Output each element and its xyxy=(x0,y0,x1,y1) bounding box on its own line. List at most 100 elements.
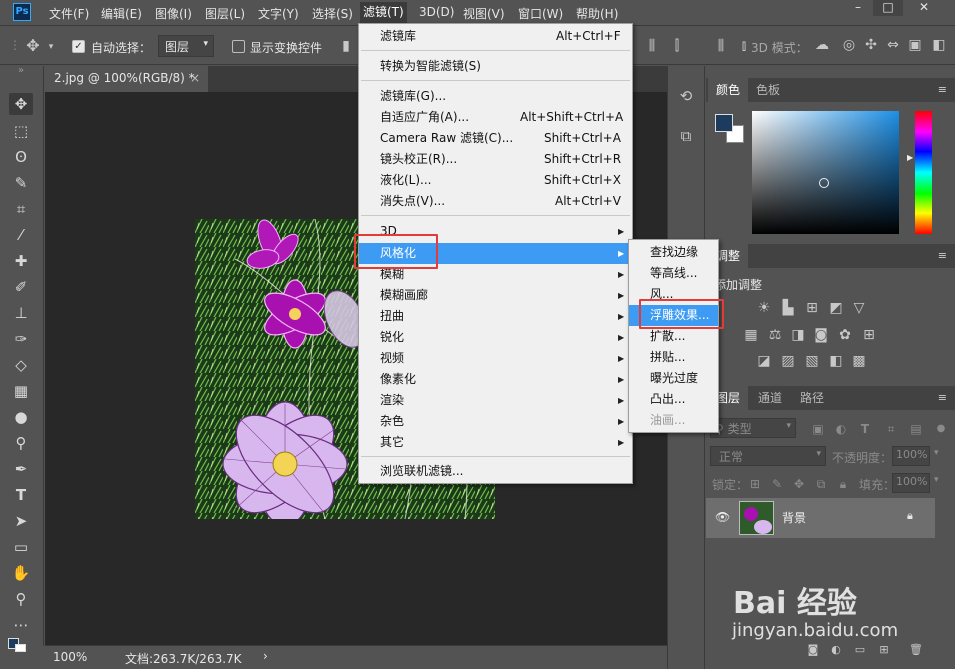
menu-filter[interactable]: 滤镜(T) xyxy=(360,2,407,24)
document-tab[interactable]: 2.jpg @ 100%(RGB/8) * × xyxy=(44,66,209,92)
blur-tool-icon[interactable]: ● xyxy=(9,406,33,428)
rectangle-tool-icon[interactable]: ▭ xyxy=(9,536,33,558)
hand-tool-icon[interactable]: ✋ xyxy=(9,562,33,584)
hue-slider-handle-icon[interactable]: ▶ xyxy=(907,153,913,162)
type-tool-icon[interactable]: T xyxy=(9,484,33,506)
slide-3d-icon[interactable]: ⇔ xyxy=(884,37,902,53)
dodge-tool-icon[interactable]: ⚲ xyxy=(9,432,33,454)
chevron-down-icon[interactable]: ▾ xyxy=(934,475,939,485)
vibrance-icon[interactable]: ▽ xyxy=(851,300,867,316)
menu-file[interactable]: 文件(F) xyxy=(48,5,90,22)
hue-slider[interactable] xyxy=(915,111,932,234)
menu-image[interactable]: 图像(I) xyxy=(154,5,193,22)
scale-3d-icon[interactable]: ◧ xyxy=(930,37,948,53)
distribute-icon[interactable]: ⫼ xyxy=(643,38,661,54)
clone-stamp-tool-icon[interactable]: ⊥ xyxy=(9,302,33,324)
submenu-item-find-edges[interactable]: 查找边缘 xyxy=(629,242,718,263)
eye-icon[interactable]: 👁︎ xyxy=(715,510,730,524)
menu-type[interactable]: 文字(Y) xyxy=(257,5,300,22)
levels-icon[interactable]: ▙ xyxy=(780,300,796,316)
menu-item-camera-raw[interactable]: Camera Raw 滤镜(C)... Shift+Ctrl+A xyxy=(359,128,632,149)
menu-3d[interactable]: 3D(D) xyxy=(418,5,455,19)
chevron-down-icon[interactable]: ▾ xyxy=(934,448,939,458)
color-balance-icon[interactable]: ⚖ xyxy=(767,327,783,343)
lock-all-icon[interactable]: 🔒︎ xyxy=(836,476,850,492)
tab-swatches[interactable]: 色板 xyxy=(748,78,788,102)
menu-select[interactable]: 选择(S) xyxy=(311,5,354,22)
lock-pixels-icon[interactable]: ✎ xyxy=(770,476,784,492)
menu-window[interactable]: 窗口(W) xyxy=(517,5,564,22)
more-tools-icon[interactable]: ⋯ xyxy=(9,614,33,636)
filter-shape-icon[interactable]: ⌗ xyxy=(884,421,898,437)
marquee-tool-icon[interactable]: ⬚ xyxy=(9,120,33,142)
distribute-center-icon[interactable]: ⫿ xyxy=(668,38,686,54)
menu-item-noise[interactable]: 杂色 ▶ xyxy=(359,411,632,432)
menu-item-other[interactable]: 其它 ▶ xyxy=(359,432,632,453)
menu-item-distort[interactable]: 扭曲 ▶ xyxy=(359,306,632,327)
threshold-icon[interactable]: ▧ xyxy=(804,353,820,369)
auto-select-checkbox[interactable]: ✓ xyxy=(72,40,85,53)
new-layer-icon[interactable]: ⊞ xyxy=(877,642,891,658)
auto-align-icon[interactable]: ⫼ xyxy=(712,38,730,54)
menu-layer[interactable]: 图层(L) xyxy=(204,5,246,22)
blend-mode-dropdown[interactable]: 正常 ▾ xyxy=(710,446,826,466)
menu-item-convert-smart-filter[interactable]: 转换为智能滤镜(S) xyxy=(359,56,632,77)
menu-edit[interactable]: 编辑(E) xyxy=(100,5,143,22)
submenu-item-solarize[interactable]: 曝光过度 xyxy=(629,368,718,389)
tab-channels[interactable]: 通道 xyxy=(750,386,790,410)
lock-transparent-icon[interactable]: ⊞ xyxy=(748,476,762,492)
lock-position-icon[interactable]: ✥ xyxy=(792,476,806,492)
exposure-icon[interactable]: ◩ xyxy=(828,300,844,316)
selective-color-icon[interactable]: ◧ xyxy=(828,353,844,369)
panel-menu-icon[interactable]: ≡ xyxy=(938,84,947,95)
chevron-down-icon[interactable]: ▾ xyxy=(45,39,57,55)
auto-select-dropdown[interactable]: 图层 ▾ xyxy=(158,35,214,57)
pen-tool-icon[interactable]: ✒ xyxy=(9,458,33,480)
drag-3d-icon[interactable]: ✣ xyxy=(862,37,880,53)
posterize-icon[interactable]: ▨ xyxy=(780,353,796,369)
fill-input[interactable]: 100% xyxy=(892,473,930,493)
align-icon[interactable]: ▮ xyxy=(340,38,352,54)
close-tab-icon[interactable]: × xyxy=(190,71,200,85)
submenu-item-trace-contour[interactable]: 等高线... xyxy=(629,263,718,284)
zoom-tool-icon[interactable]: ⚲ xyxy=(9,588,33,610)
lock-artboard-icon[interactable]: ⧉ xyxy=(814,476,828,492)
delete-layer-icon[interactable]: 🗑︎ xyxy=(909,642,923,658)
roll-3d-icon[interactable]: ◎ xyxy=(840,37,858,53)
channel-mixer-icon[interactable]: ✿ xyxy=(837,327,853,343)
new-adjustment-layer-icon[interactable]: ◐ xyxy=(829,642,843,658)
layer-kind-filter[interactable]: ⚲ 类型 ▾ xyxy=(710,418,796,438)
foreground-color-swatch[interactable] xyxy=(715,114,733,132)
opacity-input[interactable]: 100% xyxy=(892,446,930,466)
curves-icon[interactable]: ⊞ xyxy=(804,300,820,316)
menu-item-vanishing-point[interactable]: 消失点(V)... Alt+Ctrl+V xyxy=(359,191,632,212)
filter-toggle-icon[interactable]: ● xyxy=(934,421,948,437)
menu-item-lens-correction[interactable]: 镜头校正(R)... Shift+Ctrl+R xyxy=(359,149,632,170)
camera-3d-icon[interactable]: ▣ xyxy=(906,37,924,53)
layer-name[interactable]: 背景 xyxy=(782,509,806,526)
brightness-icon[interactable]: ☀ xyxy=(756,300,772,316)
eraser-tool-icon[interactable]: ◇ xyxy=(9,354,33,376)
minimize-button[interactable]: – xyxy=(843,0,873,16)
orbit-3d-icon[interactable]: ☁ xyxy=(813,37,831,53)
layer-row-background[interactable]: 👁︎ 背景 🔒︎ xyxy=(706,498,935,538)
quick-select-tool-icon[interactable]: ✎ xyxy=(9,172,33,194)
zoom-level[interactable]: 100% xyxy=(53,650,87,664)
close-window-button[interactable]: ✕ xyxy=(909,0,939,16)
submenu-item-extrude[interactable]: 凸出... xyxy=(629,389,718,410)
invert-icon[interactable]: ◪ xyxy=(756,353,772,369)
brush-tool-icon[interactable]: ✐ xyxy=(9,276,33,298)
show-transform-checkbox[interactable] xyxy=(232,40,245,53)
hue-saturation-icon[interactable]: ▦ xyxy=(743,327,759,343)
history-panel-icon[interactable]: ⟲ xyxy=(677,88,695,104)
submenu-item-tiles[interactable]: 拼贴... xyxy=(629,347,718,368)
filter-type-icon[interactable]: T xyxy=(858,421,872,437)
maximize-button[interactable]: □ xyxy=(873,0,903,16)
menu-item-pixelate[interactable]: 像素化 ▶ xyxy=(359,369,632,390)
menu-item-adaptive-wide-angle[interactable]: 自适应广角(A)... Alt+Shift+Ctrl+A xyxy=(359,107,632,128)
collapse-icon[interactable]: » xyxy=(9,66,33,76)
photo-filter-icon[interactable]: ◙ xyxy=(813,327,829,343)
color-lookup-icon[interactable]: ⊞ xyxy=(861,327,877,343)
menu-item-video[interactable]: 视频 ▶ xyxy=(359,348,632,369)
new-group-icon[interactable]: ▭ xyxy=(853,642,867,658)
